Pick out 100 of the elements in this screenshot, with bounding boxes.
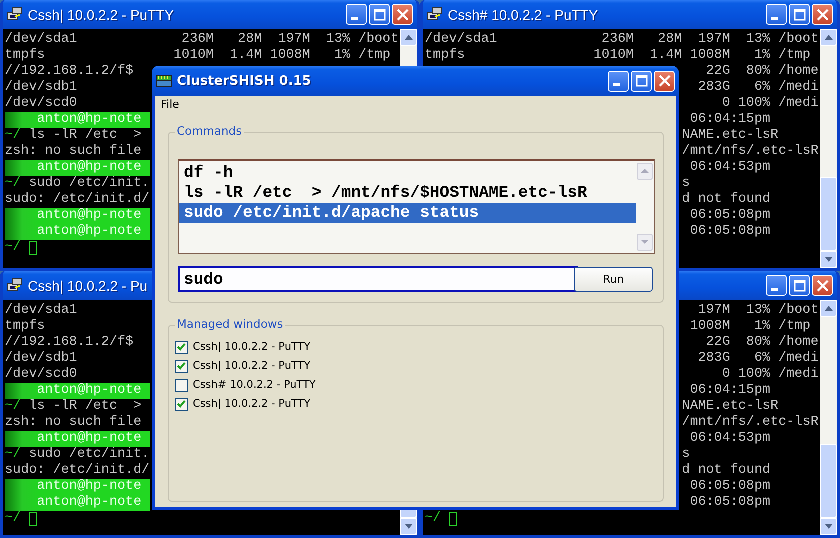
terminal-line: 06:04:53pm bbox=[690, 160, 771, 176]
close-button[interactable] bbox=[812, 4, 833, 25]
prompt-user: anton@hp-note bbox=[5, 208, 150, 224]
close-icon bbox=[396, 8, 408, 20]
terminal-line: //192.168.1.2/f$ bbox=[5, 335, 134, 351]
terminal-line: 283G 6% /medi bbox=[698, 351, 819, 367]
terminal-line: /dev/sdb1 bbox=[5, 351, 78, 367]
terminal-line: s bbox=[682, 447, 690, 463]
checkmark-icon bbox=[177, 362, 186, 370]
terminal-line: s bbox=[682, 176, 690, 192]
prompt-user: anton@hp-note bbox=[5, 431, 150, 447]
minimize-icon bbox=[771, 288, 778, 290]
film-icon bbox=[156, 75, 172, 87]
group-label: Commands bbox=[175, 124, 244, 138]
list-item[interactable]: ls -lR /etc > /mnt/nfs/$HOSTNAME.etc-lsR bbox=[179, 183, 636, 203]
maximize-button[interactable] bbox=[369, 4, 390, 25]
list-item[interactable]: df -h bbox=[179, 163, 636, 183]
terminal-line: /mnt/nfs/.etc-lsR bbox=[682, 144, 819, 160]
checkbox[interactable] bbox=[175, 378, 188, 392]
close-button[interactable] bbox=[392, 4, 413, 25]
maximize-icon bbox=[794, 8, 806, 20]
terminal-line: tmpfs 1010M 1.4M 1008M 1% /tmp bbox=[5, 48, 391, 64]
close-icon bbox=[816, 280, 828, 292]
group-label: Managed windows bbox=[175, 317, 286, 331]
terminal-line: 06:05:08pm bbox=[690, 495, 771, 511]
close-icon bbox=[658, 75, 670, 87]
checkbox-label: Cssh# 10.0.2.2 - PuTTY bbox=[193, 379, 316, 391]
terminal-line: /dev/sda1 236M 28M 197M 13% /boot bbox=[425, 32, 819, 48]
command-field[interactable]: sudo bbox=[178, 266, 578, 292]
computer-icon bbox=[427, 6, 443, 22]
window-title: Cssh| 10.0.2.2 - Pu bbox=[28, 278, 148, 294]
window-title: ClusterSHISH 0.15 bbox=[177, 74, 312, 88]
prompt-symbol: ~/ bbox=[425, 511, 442, 527]
terminal-line: zsh: no such file bbox=[5, 415, 142, 431]
terminal-line: tmpfs 1010M 1.4M 1008M 1% /tmp bbox=[425, 48, 811, 64]
terminal-line: zsh: no such file bbox=[5, 144, 142, 160]
checkmark-icon bbox=[177, 400, 186, 408]
terminal-line: /dev/sda1 bbox=[5, 303, 78, 319]
prompt-user: anton@hp-note bbox=[5, 495, 150, 511]
menu-item[interactable]: File bbox=[161, 98, 180, 116]
maximize-button[interactable] bbox=[789, 4, 810, 25]
command-text: sudo /etc/init. bbox=[29, 176, 150, 192]
scrollbar[interactable] bbox=[820, 29, 837, 268]
checkbox-label: Cssh| 10.0.2.2 - PuTTY bbox=[193, 341, 311, 353]
terminal-line: 0 100% /medi bbox=[722, 96, 819, 112]
prompt-symbol: ~/ bbox=[5, 447, 22, 463]
maximize-icon bbox=[636, 75, 648, 87]
prompt-user: anton@hp-note bbox=[5, 112, 150, 128]
scrollbar[interactable] bbox=[820, 300, 837, 535]
terminal-line: 06:05:08pm bbox=[690, 479, 771, 495]
terminal-line: tmpfs bbox=[5, 319, 46, 335]
terminal-line: 06:04:15pm bbox=[690, 383, 771, 399]
window-title: Cssh| 10.0.2.2 - PuTTY bbox=[28, 6, 174, 22]
terminal-line: 06:04:53pm bbox=[690, 431, 771, 447]
terminal-line: /dev/scd0 bbox=[5, 96, 78, 112]
minimize-button[interactable] bbox=[766, 4, 787, 25]
prompt-user: anton@hp-note bbox=[5, 224, 150, 240]
close-icon bbox=[816, 8, 828, 20]
terminal-line: sudo: /etc/init.d/ bbox=[5, 463, 150, 479]
minimize-icon bbox=[771, 16, 778, 20]
checkbox[interactable] bbox=[175, 398, 188, 410]
prompt-symbol: ~/ bbox=[5, 128, 22, 144]
terminal-line: 0 100% /medi bbox=[722, 367, 819, 383]
prompt-user: anton@hp-note bbox=[5, 160, 150, 176]
prompt-symbol: ~/ bbox=[5, 176, 22, 192]
terminal-line: /dev/sda1 236M 28M 197M 13% /boot bbox=[5, 32, 399, 48]
maximize-button[interactable] bbox=[631, 70, 652, 92]
minimize-button[interactable] bbox=[346, 4, 367, 25]
terminal-line: /mnt/nfs/.etc-lsR bbox=[682, 415, 819, 431]
terminal-line: 22G 80% /home bbox=[706, 64, 819, 80]
terminal-line: 1008M 1% /tmp bbox=[690, 319, 811, 335]
terminal-line: NAME.etc-lsR bbox=[682, 399, 779, 415]
command-text: ls -lR /etc > bbox=[29, 128, 142, 144]
maximize-icon bbox=[374, 8, 386, 20]
close-button[interactable] bbox=[654, 70, 675, 92]
minimize-icon bbox=[351, 16, 358, 20]
checkmark-icon bbox=[177, 343, 186, 351]
prompt-user: anton@hp-note bbox=[5, 383, 150, 399]
checkbox[interactable] bbox=[175, 340, 188, 354]
terminal-line: /dev/scd0 bbox=[5, 367, 78, 383]
terminal-line: /dev/sdb1 bbox=[5, 80, 78, 96]
command-text: sudo /etc/init. bbox=[29, 447, 150, 463]
maximize-button[interactable] bbox=[789, 275, 810, 296]
computer-icon bbox=[7, 6, 23, 22]
terminal-line: d not found bbox=[682, 192, 771, 208]
minimize-icon bbox=[613, 83, 620, 86]
scrollbar[interactable] bbox=[636, 161, 654, 253]
minimize-button[interactable] bbox=[608, 70, 629, 92]
terminal-line: 06:05:08pm bbox=[690, 208, 771, 224]
prompt-symbol: ~/ bbox=[5, 511, 22, 527]
computer-icon bbox=[7, 278, 23, 294]
checkbox-label: Cssh| 10.0.2.2 - PuTTY bbox=[193, 360, 311, 372]
checkbox[interactable] bbox=[175, 360, 188, 372]
window-title: Cssh# 10.0.2.2 - PuTTY bbox=[448, 6, 598, 22]
prompt-symbol: ~/ bbox=[5, 240, 22, 256]
close-button[interactable] bbox=[812, 275, 833, 296]
minimize-button[interactable] bbox=[766, 275, 787, 296]
terminal-line: 197M 13% /boot bbox=[698, 303, 819, 319]
terminal-line: 06:05:08pm bbox=[690, 224, 771, 240]
list-item[interactable]: sudo /etc/init.d/apache status bbox=[179, 203, 636, 223]
